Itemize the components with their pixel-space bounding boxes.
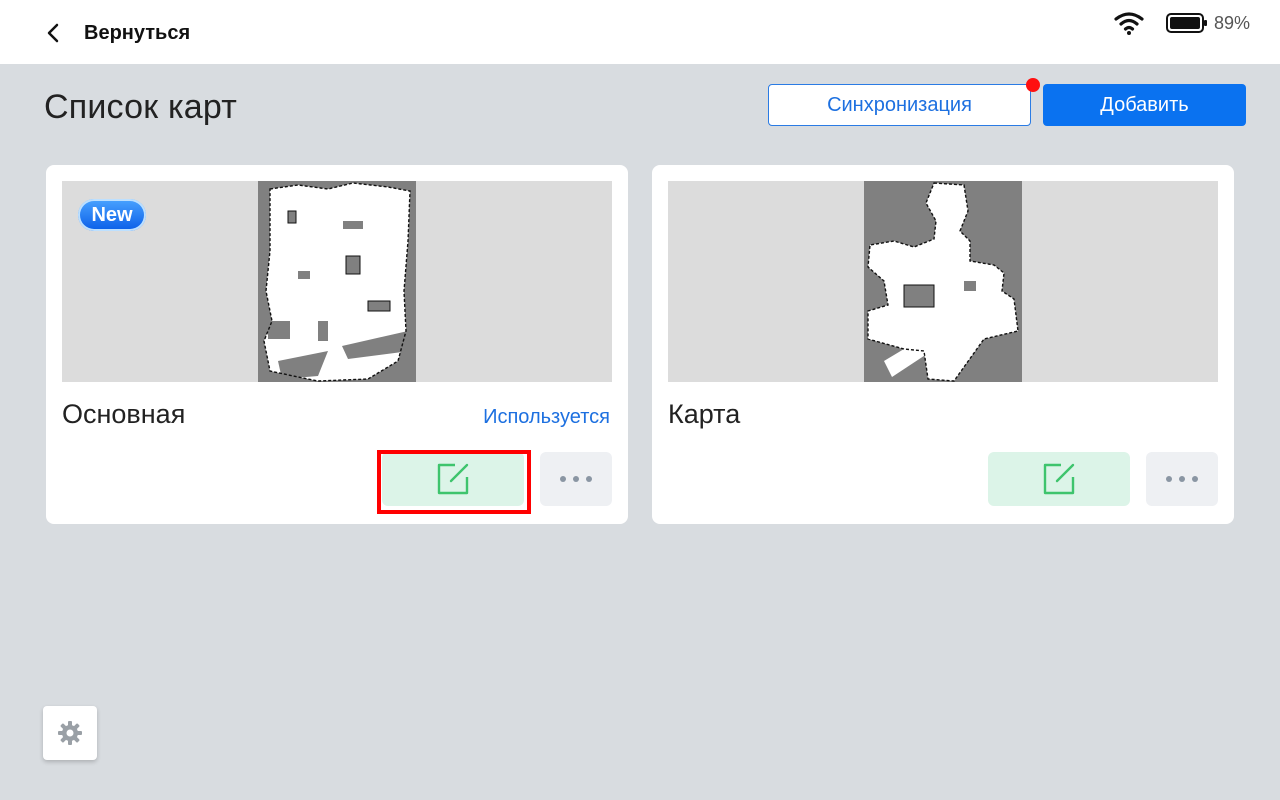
chevron-left-icon	[47, 23, 59, 43]
map-card: Карта	[652, 165, 1234, 524]
more-dots-icon	[1166, 476, 1198, 482]
map-thumbnail	[864, 181, 1022, 382]
edit-icon	[437, 463, 469, 495]
top-bar: Вернуться 89%	[0, 0, 1280, 64]
edit-map-button[interactable]	[988, 452, 1130, 506]
more-dots-icon	[560, 476, 592, 482]
map-card: New Основная Используется	[46, 165, 628, 524]
notification-dot	[1026, 78, 1040, 92]
add-button[interactable]: Добавить	[1043, 84, 1246, 126]
sync-button[interactable]: Синхронизация	[768, 84, 1031, 126]
status-indicators: 89%	[1114, 10, 1250, 36]
map-thumbnail	[258, 181, 416, 382]
map-preview[interactable]: New	[62, 181, 612, 382]
wifi-icon	[1114, 12, 1144, 35]
status-in-use: Используется	[483, 406, 610, 428]
back-label: Вернуться	[84, 21, 191, 44]
more-options-button[interactable]	[1146, 452, 1218, 506]
new-badge: New	[78, 199, 146, 231]
battery-percent: 89%	[1213, 12, 1250, 33]
map-preview[interactable]	[668, 181, 1218, 382]
edit-icon	[1043, 463, 1075, 495]
more-options-button[interactable]	[540, 452, 612, 506]
back-button[interactable]: Вернуться	[40, 16, 190, 50]
battery-icon	[1165, 13, 1207, 33]
map-name: Основная	[62, 399, 186, 429]
page-title: Список карт	[44, 88, 238, 126]
edit-map-button[interactable]	[382, 452, 524, 506]
settings-button[interactable]	[43, 706, 97, 760]
gear-icon	[58, 721, 82, 745]
map-name: Карта	[668, 399, 741, 429]
